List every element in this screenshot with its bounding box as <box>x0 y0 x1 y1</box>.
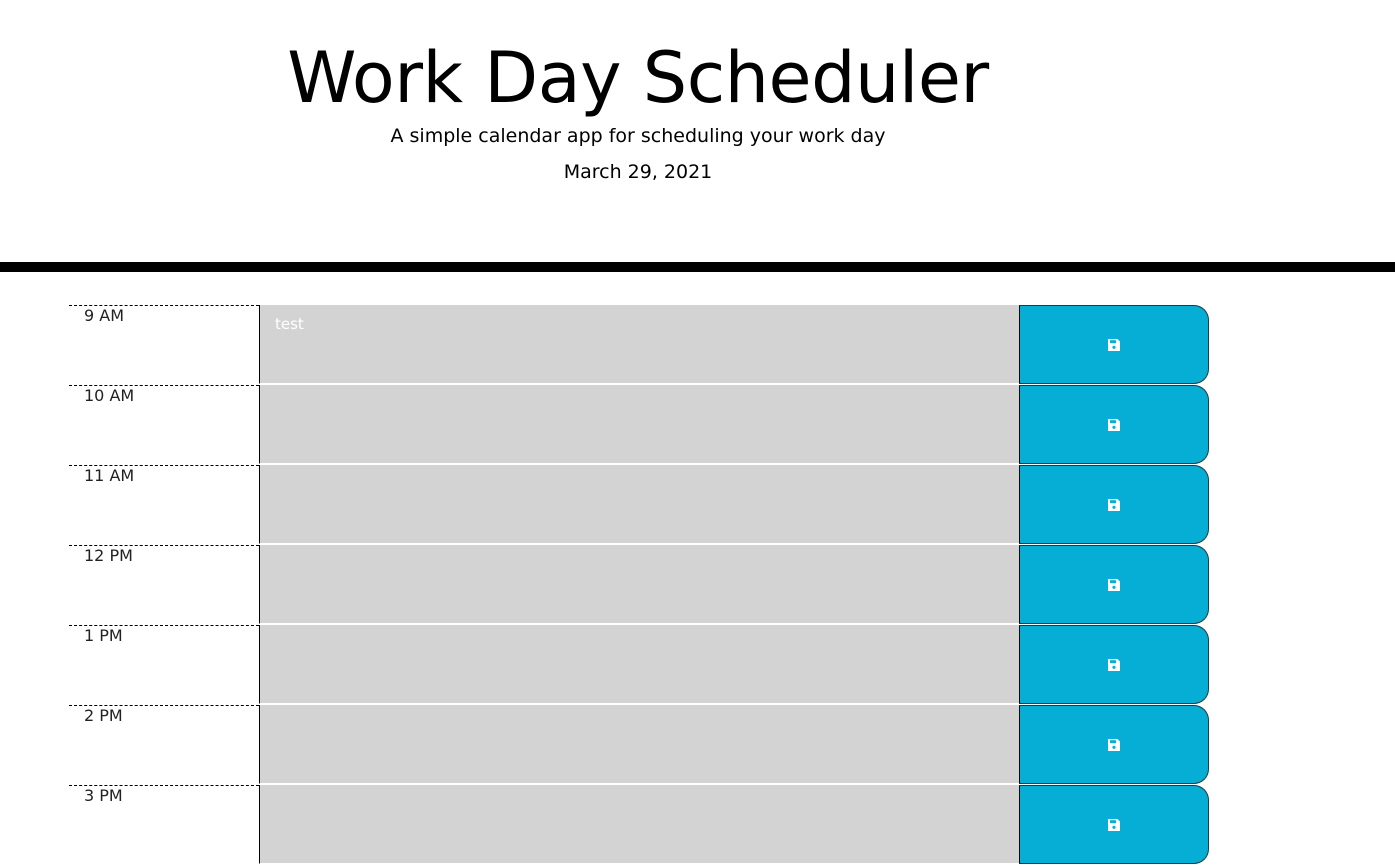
time-block-1pm: 1 PM <box>69 625 1209 705</box>
floppy-disk-icon <box>1108 818 1120 831</box>
save-button[interactable] <box>1019 705 1209 784</box>
save-button[interactable] <box>1019 785 1209 864</box>
floppy-disk-icon <box>1108 578 1120 591</box>
hour-label: 2 PM <box>69 705 259 784</box>
scheduler-container: 9 AM test 10 AM 11 AM 12 PM 1 PM 2 PM 3 … <box>69 305 1209 865</box>
hour-label: 11 AM <box>69 465 259 544</box>
time-block-3pm: 3 PM <box>69 785 1209 865</box>
save-button[interactable] <box>1019 305 1209 384</box>
event-description-input[interactable] <box>259 625 1019 704</box>
time-block-11am: 11 AM <box>69 465 1209 545</box>
event-description-input[interactable]: test <box>259 305 1019 384</box>
current-day: March 29, 2021 <box>563 161 713 183</box>
hour-label: 9 AM <box>69 305 259 384</box>
page-title: Work Day Scheduler <box>287 37 989 119</box>
save-button[interactable] <box>1019 545 1209 624</box>
event-description-input[interactable] <box>259 705 1019 784</box>
floppy-disk-icon <box>1108 418 1120 431</box>
time-block-9am: 9 AM test <box>69 305 1209 385</box>
save-button[interactable] <box>1019 625 1209 704</box>
save-button[interactable] <box>1019 385 1209 464</box>
hour-label: 1 PM <box>69 625 259 704</box>
save-button[interactable] <box>1019 465 1209 544</box>
floppy-disk-icon <box>1108 338 1120 351</box>
floppy-disk-icon <box>1108 658 1120 671</box>
event-description-input[interactable] <box>259 545 1019 624</box>
time-block-2pm: 2 PM <box>69 705 1209 785</box>
hour-label: 3 PM <box>69 785 259 864</box>
hour-label: 10 AM <box>69 385 259 464</box>
page-header: Work Day Scheduler A simple calendar app… <box>0 0 1395 272</box>
time-block-12pm: 12 PM <box>69 545 1209 625</box>
time-block-10am: 10 AM <box>69 385 1209 465</box>
floppy-disk-icon <box>1108 738 1120 751</box>
hour-label: 12 PM <box>69 545 259 624</box>
floppy-disk-icon <box>1108 498 1120 511</box>
page-subtitle: A simple calendar app for scheduling you… <box>390 125 886 147</box>
event-description-input[interactable] <box>259 465 1019 544</box>
event-description-input[interactable] <box>259 385 1019 464</box>
event-description-input[interactable] <box>259 785 1019 864</box>
